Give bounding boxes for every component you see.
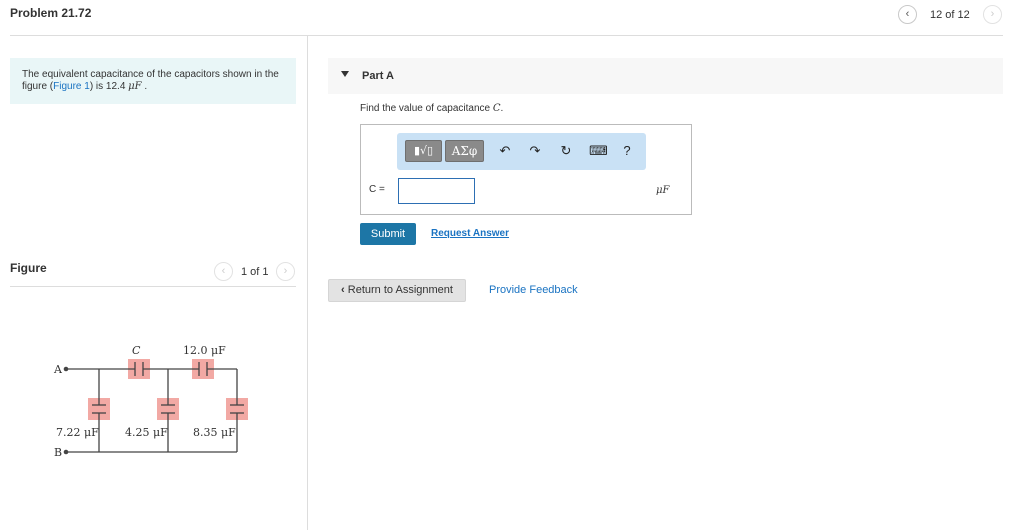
part-a-label: Part A (362, 70, 394, 82)
cap-2-label: 4.25 μF (125, 426, 168, 439)
header-divider (10, 35, 1003, 36)
return-to-assignment-button[interactable]: ‹ Return to Assignment (328, 279, 466, 302)
submit-button[interactable]: Submit (360, 223, 416, 245)
intro-unit: μF (128, 81, 142, 92)
problem-title: Problem 21.72 (10, 6, 92, 20)
prompt-end: . (500, 103, 504, 114)
return-label: Return to Assignment (347, 284, 453, 296)
request-answer-link[interactable]: Request Answer (431, 228, 509, 239)
figure-prev-button[interactable]: ‹ (214, 262, 233, 281)
help-icon[interactable]: ? (619, 143, 635, 159)
figure-counter: 1 of 1 (241, 266, 269, 278)
reset-icon[interactable]: ↻ (558, 143, 574, 159)
unit-label: μF (656, 185, 670, 196)
part-a-prompt: Find the value of capacitance C. (360, 103, 503, 114)
figure-link[interactable]: Figure 1 (53, 81, 90, 92)
provide-feedback-link[interactable]: Provide Feedback (489, 284, 578, 296)
intro-text-end: . (141, 81, 148, 92)
symbols-button[interactable]: ΑΣφ (445, 140, 484, 162)
terminal-b-label: B (54, 446, 62, 459)
chevron-left-icon: ‹ (341, 284, 345, 296)
intro-text-after: ) is 12.4 (89, 81, 129, 92)
prompt-variable: C (492, 103, 501, 114)
figure-label: Figure (10, 261, 47, 275)
cap-top-right-label: 12.0 μF (183, 344, 226, 357)
terminal-a-label: A (53, 363, 63, 376)
problem-intro: The equivalent capacitance of the capaci… (10, 58, 296, 104)
math-toolbar: ▮√▯ ΑΣφ ↶ ↷ ↻ ⌨ ? (397, 133, 646, 170)
redo-icon[interactable]: ↷ (527, 143, 543, 159)
chevron-right-icon: › (283, 265, 288, 277)
keyboard-icon[interactable]: ⌨ (589, 143, 608, 159)
chevron-left-icon: ‹ (221, 265, 226, 277)
figure-next-button[interactable]: › (276, 262, 295, 281)
cap-3-label: 8.35 μF (193, 426, 236, 439)
prev-problem-button[interactable]: ‹ (898, 5, 917, 24)
undo-icon[interactable]: ↶ (497, 143, 513, 159)
next-problem-button[interactable]: › (983, 5, 1002, 24)
collapse-arrow-icon[interactable] (341, 71, 349, 77)
capacitance-input[interactable] (398, 178, 475, 204)
prompt-text: Find the value of capacitance (360, 103, 493, 114)
figure-divider (10, 286, 296, 287)
terminal-b-dot (63, 449, 69, 455)
terminal-a-dot (63, 366, 69, 372)
variable-label: C = (369, 184, 385, 195)
page-counter: 12 of 12 (930, 9, 970, 21)
column-divider (307, 36, 308, 530)
circuit-diagram: A B C 12.0 μF 7.22 μF 4.25 μF 8.35 μF (53, 344, 248, 459)
cap-c-label: C (132, 344, 141, 357)
chevron-right-icon: › (990, 8, 995, 20)
cap-1-label: 7.22 μF (56, 426, 99, 439)
part-a-header[interactable] (328, 58, 1003, 94)
templates-button[interactable]: ▮√▯ (405, 140, 442, 162)
chevron-left-icon: ‹ (905, 8, 910, 20)
